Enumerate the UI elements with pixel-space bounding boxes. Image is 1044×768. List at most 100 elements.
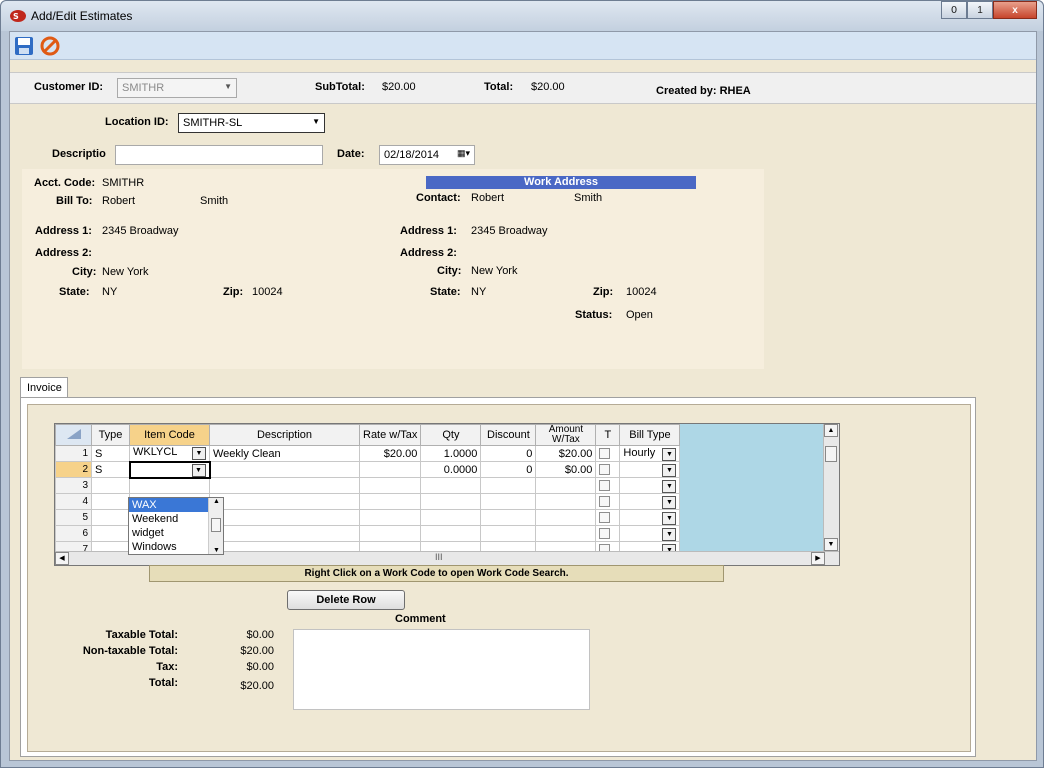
comment-textarea[interactable] (293, 629, 590, 710)
title-bar[interactable]: S Add/Edit Estimates 0 1 x (1, 1, 1043, 31)
location-combo[interactable]: SMITHR-SL ▼ (178, 113, 325, 133)
table-row[interactable]: 1 S WKLYCL ▼ Weekly Clean $20.00 1.0000 0 $20.00… (55, 445, 681, 462)
cell-type[interactable]: S (91, 461, 130, 478)
cell-type[interactable] (91, 525, 130, 542)
row-number[interactable]: 1 (55, 445, 92, 462)
cell-item-code[interactable] (129, 477, 210, 494)
row-number[interactable]: 4 (55, 493, 92, 510)
cell-rate[interactable] (358, 525, 422, 542)
grid-vertical-scrollbar[interactable]: ▲ ▼ (823, 424, 839, 551)
customer-id-combo[interactable]: SMITHR ▼ (117, 78, 237, 98)
scroll-thumb[interactable] (825, 446, 837, 462)
col-header-item-code[interactable]: Item Code (129, 424, 210, 446)
delete-row-button[interactable]: Delete Row (287, 590, 405, 610)
col-header-qty[interactable]: Qty (420, 424, 482, 446)
cell-discount[interactable] (480, 525, 537, 542)
cell-discount[interactable] (480, 477, 537, 494)
cell-item-code[interactable]: WKLYCL ▼ (129, 445, 210, 462)
row-number[interactable]: 6 (55, 525, 92, 542)
col-header-type[interactable]: Type (91, 424, 130, 446)
taxable-checkbox[interactable] (599, 480, 611, 492)
cell-description[interactable] (209, 493, 360, 510)
chevron-down-icon[interactable]: ▼ (662, 447, 677, 461)
cell-taxable[interactable] (595, 493, 621, 510)
cell-taxable[interactable] (595, 461, 621, 478)
close-button[interactable]: x (993, 1, 1037, 19)
row-number[interactable]: 5 (55, 509, 92, 526)
cell-taxable[interactable] (595, 477, 621, 494)
tab-invoice[interactable]: Invoice (20, 377, 68, 398)
cell-discount[interactable]: 0 (480, 461, 537, 478)
scroll-left-icon[interactable]: ◀ (55, 552, 69, 565)
cell-type[interactable]: S (91, 445, 130, 462)
table-row[interactable]: 3 ▼ (55, 477, 681, 494)
cell-taxable[interactable] (595, 445, 621, 462)
taxable-checkbox[interactable] (599, 464, 611, 476)
cell-rate[interactable] (358, 493, 422, 510)
chevron-down-icon[interactable]: ▼ (662, 479, 677, 493)
cell-amount[interactable]: $0.00 (535, 461, 597, 478)
cell-rate[interactable]: $20.00 (358, 445, 422, 462)
scroll-grip-icon[interactable]: III (435, 552, 443, 562)
cell-discount[interactable] (480, 509, 537, 526)
save-icon[interactable] (14, 36, 34, 56)
cell-type[interactable] (91, 493, 130, 510)
taxable-checkbox[interactable] (599, 448, 611, 460)
cell-discount[interactable] (480, 493, 537, 510)
cell-amount[interactable] (535, 493, 597, 510)
cell-description[interactable] (209, 477, 360, 494)
col-header-discount[interactable]: Discount (480, 424, 537, 446)
taxable-checkbox[interactable] (599, 496, 611, 508)
scroll-down-icon[interactable]: ▼ (213, 547, 220, 554)
col-header-description[interactable]: Description (209, 424, 360, 446)
cancel-icon[interactable] (40, 36, 60, 56)
cell-item-code[interactable]: ▼ (128, 460, 211, 479)
scroll-right-icon[interactable]: ▶ (811, 552, 825, 565)
cell-qty[interactable] (420, 509, 482, 526)
cell-rate[interactable] (358, 477, 422, 494)
col-header-bill-type[interactable]: Bill Type (619, 424, 681, 446)
table-row[interactable]: 2 S ▼ 0.0000 0 $0.00 ▼ (55, 460, 681, 479)
dropdown-scrollbar[interactable]: ▲ ▼ (208, 498, 223, 554)
chevron-down-icon[interactable]: ▼ (662, 495, 677, 509)
cell-qty[interactable] (420, 493, 482, 510)
cell-qty[interactable]: 1.0000 (420, 445, 482, 462)
col-header-amount[interactable]: Amount W/Tax (535, 424, 597, 446)
grid-corner[interactable] (55, 424, 92, 446)
cell-bill-type[interactable]: ▼ (619, 493, 681, 510)
cell-bill-type[interactable]: ▼ (619, 509, 681, 526)
dropdown-option-windows[interactable]: Windows (129, 540, 209, 554)
dropdown-option-weekend[interactable]: Weekend (129, 512, 209, 526)
cell-discount[interactable]: 0 (480, 445, 537, 462)
dropdown-option-widget[interactable]: widget (129, 526, 209, 540)
maximize-button[interactable]: 1 (967, 1, 993, 19)
cell-qty[interactable]: 0.0000 (420, 461, 482, 478)
cell-description[interactable] (209, 525, 360, 542)
scroll-up-icon[interactable]: ▲ (213, 498, 220, 505)
chevron-down-icon[interactable]: ▼ (662, 511, 677, 525)
cell-rate[interactable] (358, 461, 422, 478)
col-header-taxable[interactable]: T (595, 424, 621, 446)
row-number[interactable]: 2 (55, 461, 92, 478)
cell-rate[interactable] (358, 509, 422, 526)
item-code-dropdown-list[interactable]: WAX Weekend widget Windows ▲ ▼ (128, 497, 224, 555)
scroll-down-icon[interactable]: ▼ (824, 538, 838, 551)
cell-amount[interactable] (535, 525, 597, 542)
date-picker[interactable]: 02/18/2014 ▦▾ (379, 145, 475, 165)
cell-amount[interactable] (535, 477, 597, 494)
cell-taxable[interactable] (595, 509, 621, 526)
taxable-checkbox[interactable] (599, 512, 611, 524)
chevron-down-icon[interactable]: ▼ (192, 447, 206, 461)
cell-qty[interactable] (420, 525, 482, 542)
cell-amount[interactable] (535, 509, 597, 526)
scroll-up-icon[interactable]: ▲ (824, 424, 838, 437)
chevron-down-icon[interactable]: ▼ (662, 527, 677, 541)
cell-bill-type[interactable]: Hourly ▼ (619, 445, 681, 462)
cell-type[interactable] (91, 477, 130, 494)
row-number[interactable]: 3 (55, 477, 92, 494)
dropdown-option-wax[interactable]: WAX (129, 498, 209, 512)
cell-bill-type[interactable]: ▼ (619, 525, 681, 542)
col-header-rate[interactable]: Rate w/Tax (358, 424, 422, 446)
scroll-thumb[interactable] (211, 518, 221, 532)
cell-taxable[interactable] (595, 525, 621, 542)
